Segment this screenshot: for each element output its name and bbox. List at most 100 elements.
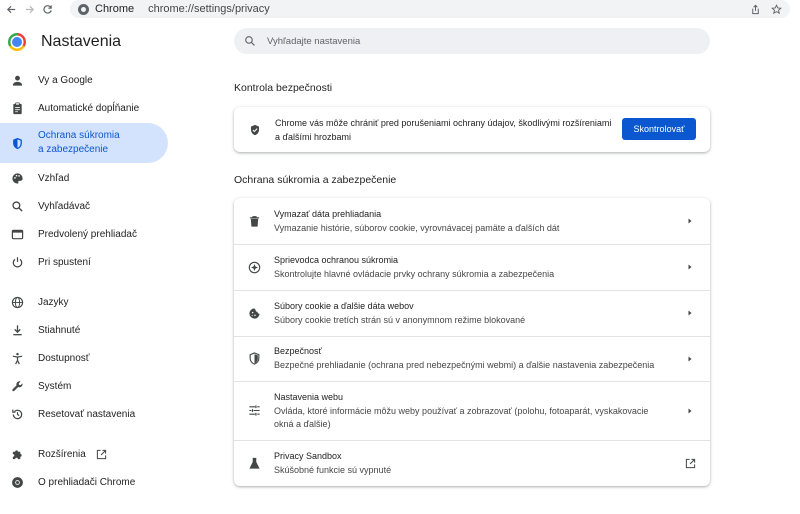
accessibility-icon [11,352,24,365]
sidebar-item-label: Vyhľadávač [38,200,91,212]
clipboard-icon [11,102,24,115]
back-button[interactable] [2,0,20,18]
privacy-settings-card: Vymazať dáta prehliadania Vymazanie hist… [234,198,710,486]
globe-icon [11,296,24,309]
sidebar-item-label: Pri spustení [38,256,91,268]
palette-icon [11,172,24,185]
row-title: Privacy Sandbox [274,450,342,461]
reset-icon [11,408,24,421]
sidebar-item-system[interactable]: Systém [0,372,168,400]
arrow-right-icon [25,5,34,13]
sidebar-item-label: Predvolený prehliadač [38,228,137,240]
row-title: Vymazať dáta prehliadania [274,208,382,219]
row-subtitle: Skúšobné funkcie sú vypnuté [274,464,392,475]
download-icon [11,324,24,337]
open-external-icon [685,458,696,468]
reload-icon [42,4,52,14]
chrome-logo-icon [8,33,26,51]
chevron-right-icon [688,264,692,270]
sidebar-item-you-and-google[interactable]: Vy a Google [0,66,168,94]
person-icon [11,74,24,87]
sidebar-item-downloads[interactable]: Stiahnuté [0,316,168,344]
row-subtitle: Vymazanie histórie, súborov cookie, vyro… [274,222,560,233]
privacy-section-heading: Ochrana súkromia a zabezpečenie [234,174,397,186]
sidebar-item-search-engine[interactable]: Vyhľadávač [0,192,168,220]
cookie-icon [248,307,261,320]
url-text: chrome://settings/privacy [148,3,270,15]
bookmark-star-icon[interactable] [771,3,782,15]
chevron-right-icon [688,218,692,224]
chevron-right-icon [688,356,692,361]
open-external-icon [96,449,106,459]
page-title: Nastavenia [41,33,122,50]
row-title: Sprievodca ochranou súkromia [274,254,399,265]
row-clear-browsing-data[interactable]: Vymazať dáta prehliadania Vymazanie hist… [234,198,710,244]
sidebar-item-label: Vy a Google [38,74,93,86]
sidebar-item-appearance[interactable]: Vzhľad [0,164,168,192]
reload-button[interactable] [38,0,56,18]
row-title: Nastavenia webu [274,391,344,402]
row-subtitle: Bezpečné prehliadanie (ochrana pred nebe… [274,360,655,370]
sidebar-item-default-browser[interactable]: Predvolený prehliadač [0,220,168,248]
shield-check-icon [250,124,260,135]
sidebar-item-label: Systém [38,380,72,392]
tune-icon [248,404,261,417]
sidebar-item-label: Stiahnuté [38,324,81,336]
search-icon [245,36,255,46]
safety-check-card: Chrome vás môže chrániť pred porušeniami… [234,107,710,152]
compass-icon [248,261,261,274]
sidebar-item-on-startup[interactable]: Pri spustení [0,248,168,276]
row-title: Súbory cookie a ďalšie dáta webov [274,300,414,311]
search-input[interactable] [267,35,687,47]
search-icon [11,200,24,213]
chrome-site-icon [78,3,89,15]
shield-icon [11,137,24,150]
address-bar[interactable]: Chrome chrome://settings/privacy [70,0,790,18]
sidebar-item-autofill[interactable]: Automatické dopĺňanie [0,94,168,122]
sidebar-item-label: Ochrana súkromia [38,130,120,141]
arrow-left-icon [6,5,15,13]
row-privacy-sandbox[interactable]: Privacy Sandbox Skúšobné funkcie sú vypn… [234,440,710,486]
browser-icon [11,228,24,241]
row-subtitle: Ovláda, ktoré informácie môžu weby použí… [274,405,649,429]
sidebar-item-privacy-security[interactable]: Ochrana súkromia a zabezpečenie [0,123,168,163]
sidebar-item-label: Vzhľad [38,172,70,184]
chevron-right-icon [688,408,692,413]
security-shield-icon [248,352,261,365]
sidebar-item-label: Automatické dopĺňanie [38,102,140,114]
settings-search[interactable] [234,28,710,54]
sidebar-item-about-chrome[interactable]: O prehliadači Chrome [0,468,168,496]
row-title: Bezpečnosť [274,346,322,356]
safety-check-heading: Kontrola bezpečnosti [234,82,333,94]
row-privacy-guide[interactable]: Sprievodca ochranou súkromia Skontrolujt… [234,244,710,290]
run-safety-check-button[interactable]: Skontrolovať [622,118,696,140]
sidebar-item-accessibility[interactable]: Dostupnosť [0,344,168,372]
forward-button[interactable] [20,0,38,18]
row-cookies[interactable]: Súbory cookie a ďalšie dáta webov Súbory… [234,290,710,336]
row-site-settings[interactable]: Nastavenia webu Ovláda, ktoré informácie… [234,381,710,440]
flask-icon [248,457,261,470]
chrome-icon [11,476,24,489]
brand: Nastavenia [8,32,121,52]
sidebar-item-label: Dostupnosť [38,352,90,364]
sidebar-item-languages[interactable]: Jazyky [0,288,168,316]
browser-toolbar: Chrome chrome://settings/privacy [0,0,800,18]
puzzle-icon [11,448,24,461]
row-subtitle: Skontrolujte hlavné ovládacie prvky ochr… [274,268,555,279]
sidebar-item-reset-settings[interactable]: Resetovať nastavenia [0,400,168,428]
sidebar-item-label: O prehliadači Chrome [38,476,136,488]
site-label: Chrome [95,3,135,15]
row-security[interactable]: Bezpečnosť Bezpečné prehliadanie (ochran… [234,336,710,381]
sidebar-item-label-line2: a zabezpečenie [38,144,109,155]
row-subtitle: Súbory cookie tretích strán sú v anonymn… [274,314,526,325]
trash-icon [248,215,261,228]
safety-check-text: Chrome vás môže chrániť pred porušeniami… [275,117,612,142]
sidebar-item-label: Jazyky [38,296,69,308]
sidebar-item-label: Resetovať nastavenia [38,408,136,420]
sidebar-item-extensions[interactable]: Rozšírenia [0,440,168,468]
share-icon[interactable] [750,4,761,15]
power-icon [11,256,24,269]
wrench-icon [11,380,24,393]
chevron-right-icon [688,310,692,316]
sidebar-item-label: Rozšírenia [38,448,86,460]
